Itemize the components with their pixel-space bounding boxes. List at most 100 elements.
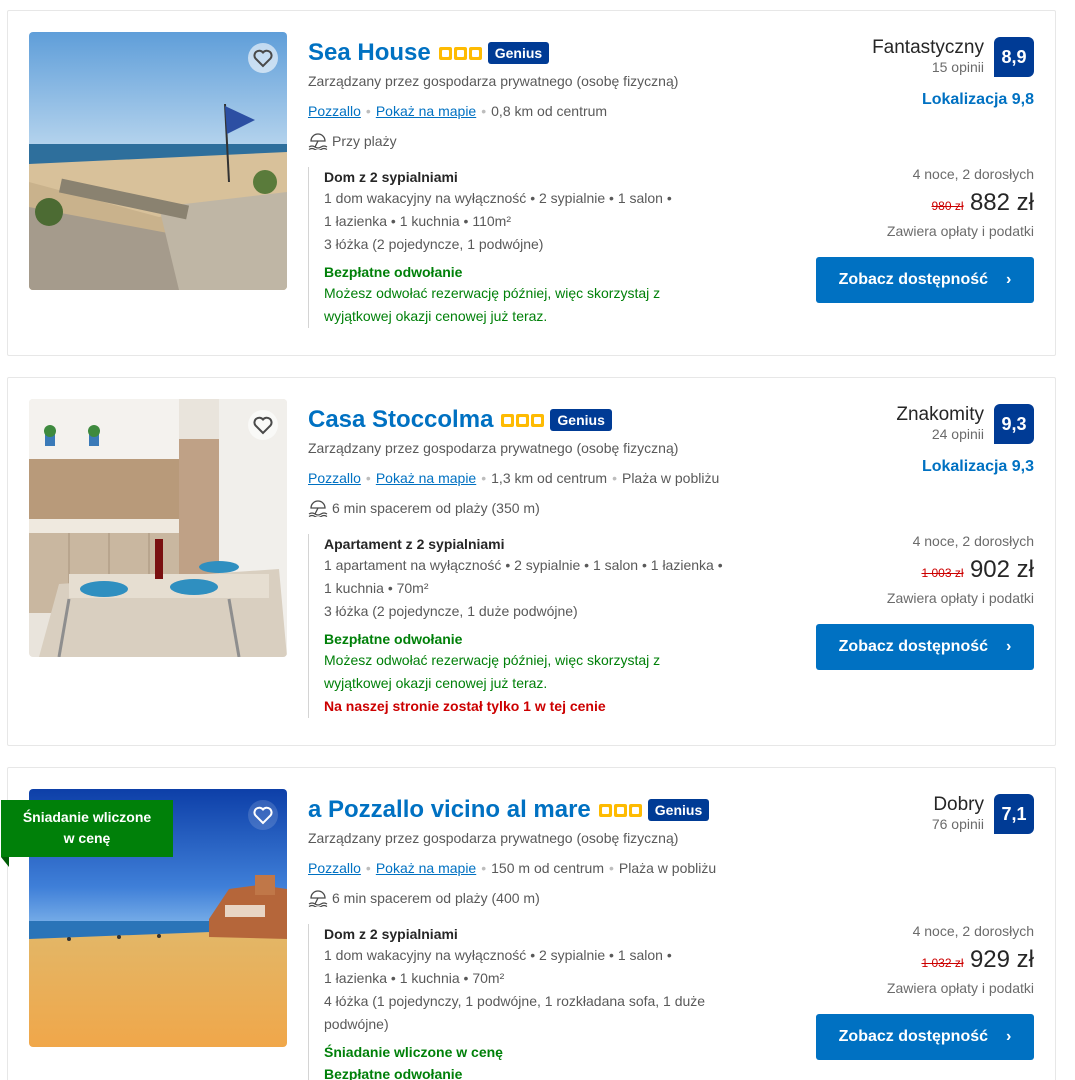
free-cancellation-desc: Możesz odwołać rezerwację później, więc … xyxy=(324,652,661,668)
free-cancellation-desc: wyjątkowej okazji cenowej już teraz. xyxy=(324,675,548,691)
property-card: Śniadanie wliczone w cenę a Pozzallo vic… xyxy=(1,767,1056,1080)
free-cancellation-label: Bezpłatne odwołanie xyxy=(324,264,463,280)
property-card: Sea House Genius Zarządzany przez gospod… xyxy=(7,10,1056,356)
genius-badge: Genius xyxy=(647,799,710,821)
genius-badge: Genius xyxy=(550,409,612,431)
room-type: Apartament z 2 sypialniami xyxy=(324,536,505,552)
see-availability-button[interactable]: Zobacz dostępność › xyxy=(816,257,1034,303)
beach-umbrella-icon xyxy=(308,890,328,907)
room-detail-line: 1 dom wakacyjny na wyłączność • 2 sypial… xyxy=(324,947,672,963)
breakfast-included-label: Śniadanie wliczone w cenę xyxy=(324,1044,503,1060)
star-icon xyxy=(501,413,515,427)
current-price: 902 zł xyxy=(969,556,1034,583)
price-block: 4 noce, 2 dorosłych 1 032 zł 929 zł Zawi… xyxy=(804,921,1034,1060)
beach-info: Przy plaży xyxy=(308,131,788,151)
price-block: 4 noce, 2 dorosłych 1 003 zł 902 zł Zawi… xyxy=(804,531,1034,670)
property-card: Casa Stoccolma Genius Zarządzany przez g… xyxy=(7,377,1056,746)
beach-info: 6 min spacerem od plaży (350 m) xyxy=(308,498,788,518)
location-score: Lokalizacja 9,8 xyxy=(921,91,1034,108)
star-icon xyxy=(468,46,482,60)
beach-distance-text: Przy plaży xyxy=(332,133,397,149)
see-availability-button[interactable]: Zobacz dostępność › xyxy=(816,624,1034,670)
original-price: 1 003 zł xyxy=(921,566,964,580)
beach-nearby-text: Plaża w pobliżu xyxy=(618,860,717,876)
button-label: Zobacz dostępność xyxy=(838,638,989,655)
see-availability-button[interactable]: Zobacz dostępność › xyxy=(816,1014,1034,1060)
location-row: Pozzallo • Pokaż na mapie • 1,3 km od centru… xyxy=(308,470,720,486)
property-title-link[interactable]: a Pozzallo vicino al mare xyxy=(308,796,591,824)
review-count: 15 opinii xyxy=(931,59,984,75)
star-icon xyxy=(516,413,530,427)
price-block: 4 noce, 2 dorosłych 980 zł 882 zł Zawier… xyxy=(804,164,1034,303)
free-cancellation-label: Bezpłatne odwołanie xyxy=(324,1066,463,1080)
beach-umbrella-icon xyxy=(308,133,328,150)
show-on-map-link[interactable]: Pokaż na mapie xyxy=(376,860,476,876)
taxes-note: Zawiera opłaty i podatki xyxy=(886,590,1034,606)
favorite-heart-icon[interactable] xyxy=(247,409,279,441)
beach-distance-text: 6 min spacerem od plaży (350 m) xyxy=(332,500,540,516)
breakfast-included-ribbon: Śniadanie wliczone w cenę xyxy=(1,800,173,867)
review-count: 76 opinii xyxy=(931,816,984,832)
location-row: Pozzallo • Pokaż na mapie • 150 m od centrum… xyxy=(308,860,717,876)
room-detail-line: 3 łóżka (2 pojedyncze, 1 duże podwójne) xyxy=(324,603,578,619)
property-info: a Pozzallo vicino al mare Genius Zarządz… xyxy=(308,794,788,908)
star-icon xyxy=(531,413,545,427)
beach-info: 6 min spacerem od plaży (400 m) xyxy=(308,888,788,908)
current-price: 882 zł xyxy=(969,189,1034,216)
room-detail-line: 1 łazienka • 1 kuchnia • 70m² xyxy=(324,970,505,986)
room-detail-line: 1 dom wakacyjny na wyłączność • 2 sypial… xyxy=(324,190,672,206)
favorite-heart-icon[interactable] xyxy=(247,799,279,831)
city-link[interactable]: Pozzallo xyxy=(308,860,361,876)
scarcity-message: Na naszej stronie został tylko 1 w tej c… xyxy=(324,698,606,714)
stay-info: 4 noce, 2 dorosłych xyxy=(912,166,1034,182)
room-details: Apartament z 2 sypialniami 1 apartament … xyxy=(308,534,728,718)
review-score[interactable]: Fantastyczny 15 opinii 8,9 Lokalizacja 9… xyxy=(804,37,1034,109)
room-detail-line: 1 kuchnia • 70m² xyxy=(324,580,429,596)
distance-text: 1,3 km od centrum xyxy=(491,470,608,486)
host-type: Zarządzany przez gospodarza prywatnego (… xyxy=(308,440,679,456)
city-link[interactable]: Pozzallo xyxy=(308,103,361,119)
show-on-map-link[interactable]: Pokaż na mapie xyxy=(376,470,476,486)
property-title-link[interactable]: Sea House xyxy=(308,39,431,67)
rating-label: Dobry xyxy=(933,794,984,815)
star-rating xyxy=(501,413,545,427)
beach-distance-text: 6 min spacerem od plaży (400 m) xyxy=(332,890,540,906)
location-score: Lokalizacja 9,3 xyxy=(921,458,1034,475)
property-title-link[interactable]: Casa Stoccolma xyxy=(308,406,493,434)
free-cancellation-label: Bezpłatne odwołanie xyxy=(324,631,463,647)
room-details: Dom z 2 sypialniami 1 dom wakacyjny na w… xyxy=(308,167,728,328)
button-label: Zobacz dostępność xyxy=(838,271,989,288)
score-badge: 8,9 xyxy=(994,37,1034,77)
stay-info: 4 noce, 2 dorosłych xyxy=(912,533,1034,549)
genius-badge: Genius xyxy=(487,42,550,64)
host-type: Zarządzany przez gospodarza prywatnego (… xyxy=(308,73,679,89)
star-rating xyxy=(598,803,642,817)
room-detail-line: 4 łóżka (1 pojedynczy, 1 podwójne, 1 roz… xyxy=(324,993,706,1009)
host-type: Zarządzany przez gospodarza prywatnego (… xyxy=(308,830,679,846)
beach-umbrella-icon xyxy=(308,500,328,517)
star-icon xyxy=(628,803,642,817)
room-details: Dom z 2 sypialniami 1 dom wakacyjny na w… xyxy=(308,924,728,1080)
star-icon xyxy=(453,46,467,60)
chevron-right-icon: › xyxy=(1006,1028,1012,1045)
favorite-heart-icon[interactable] xyxy=(247,42,279,74)
score-badge: 9,3 xyxy=(994,404,1034,444)
property-info: Casa Stoccolma Genius Zarządzany przez g… xyxy=(308,404,788,518)
review-score[interactable]: Dobry 76 opinii 7,1 xyxy=(804,794,1034,834)
location-row: Pozzallo • Pokaż na mapie • 0,8 km od centru… xyxy=(308,103,608,119)
star-icon xyxy=(598,803,612,817)
show-on-map-link[interactable]: Pokaż na mapie xyxy=(376,103,476,119)
ribbon-text: w cenę xyxy=(63,830,111,846)
star-icon xyxy=(438,46,452,60)
distance-text: 150 m od centrum xyxy=(491,860,604,876)
original-price: 1 032 zł xyxy=(921,956,964,970)
room-detail-line: 3 łóżka (2 pojedyncze, 1 podwójne) xyxy=(324,236,544,252)
room-detail-line: podwójne) xyxy=(324,1016,389,1032)
room-detail-line: 1 łazienka • 1 kuchnia • 110m² xyxy=(324,213,511,229)
city-link[interactable]: Pozzallo xyxy=(308,470,361,486)
beach-nearby-text: Plaża w pobliżu xyxy=(621,470,720,486)
star-rating xyxy=(438,46,482,60)
review-score[interactable]: Znakomity 24 opinii 9,3 Lokalizacja 9,3 xyxy=(804,404,1034,476)
current-price: 929 zł xyxy=(969,946,1034,973)
ribbon-text: Śniadanie wliczone xyxy=(22,809,152,825)
